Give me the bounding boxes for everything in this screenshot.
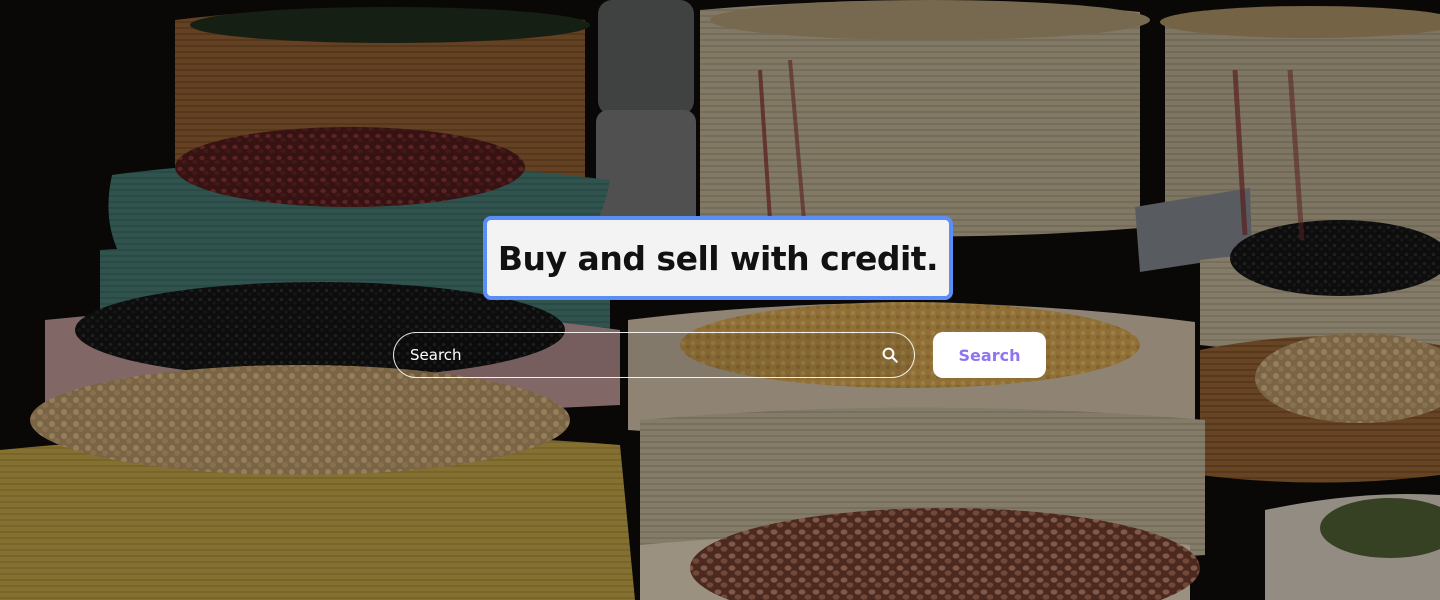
search-input[interactable] <box>410 346 880 364</box>
hero-content: Buy and sell with credit. Search <box>0 0 1440 600</box>
search-icon[interactable] <box>880 345 900 365</box>
search-field[interactable] <box>393 332 915 378</box>
headline-box: Buy and sell with credit. <box>483 216 953 300</box>
search-button[interactable]: Search <box>933 332 1046 378</box>
hero-headline: Buy and sell with credit. <box>497 238 939 278</box>
hero-section: Buy and sell with credit. Search <box>0 0 1440 600</box>
